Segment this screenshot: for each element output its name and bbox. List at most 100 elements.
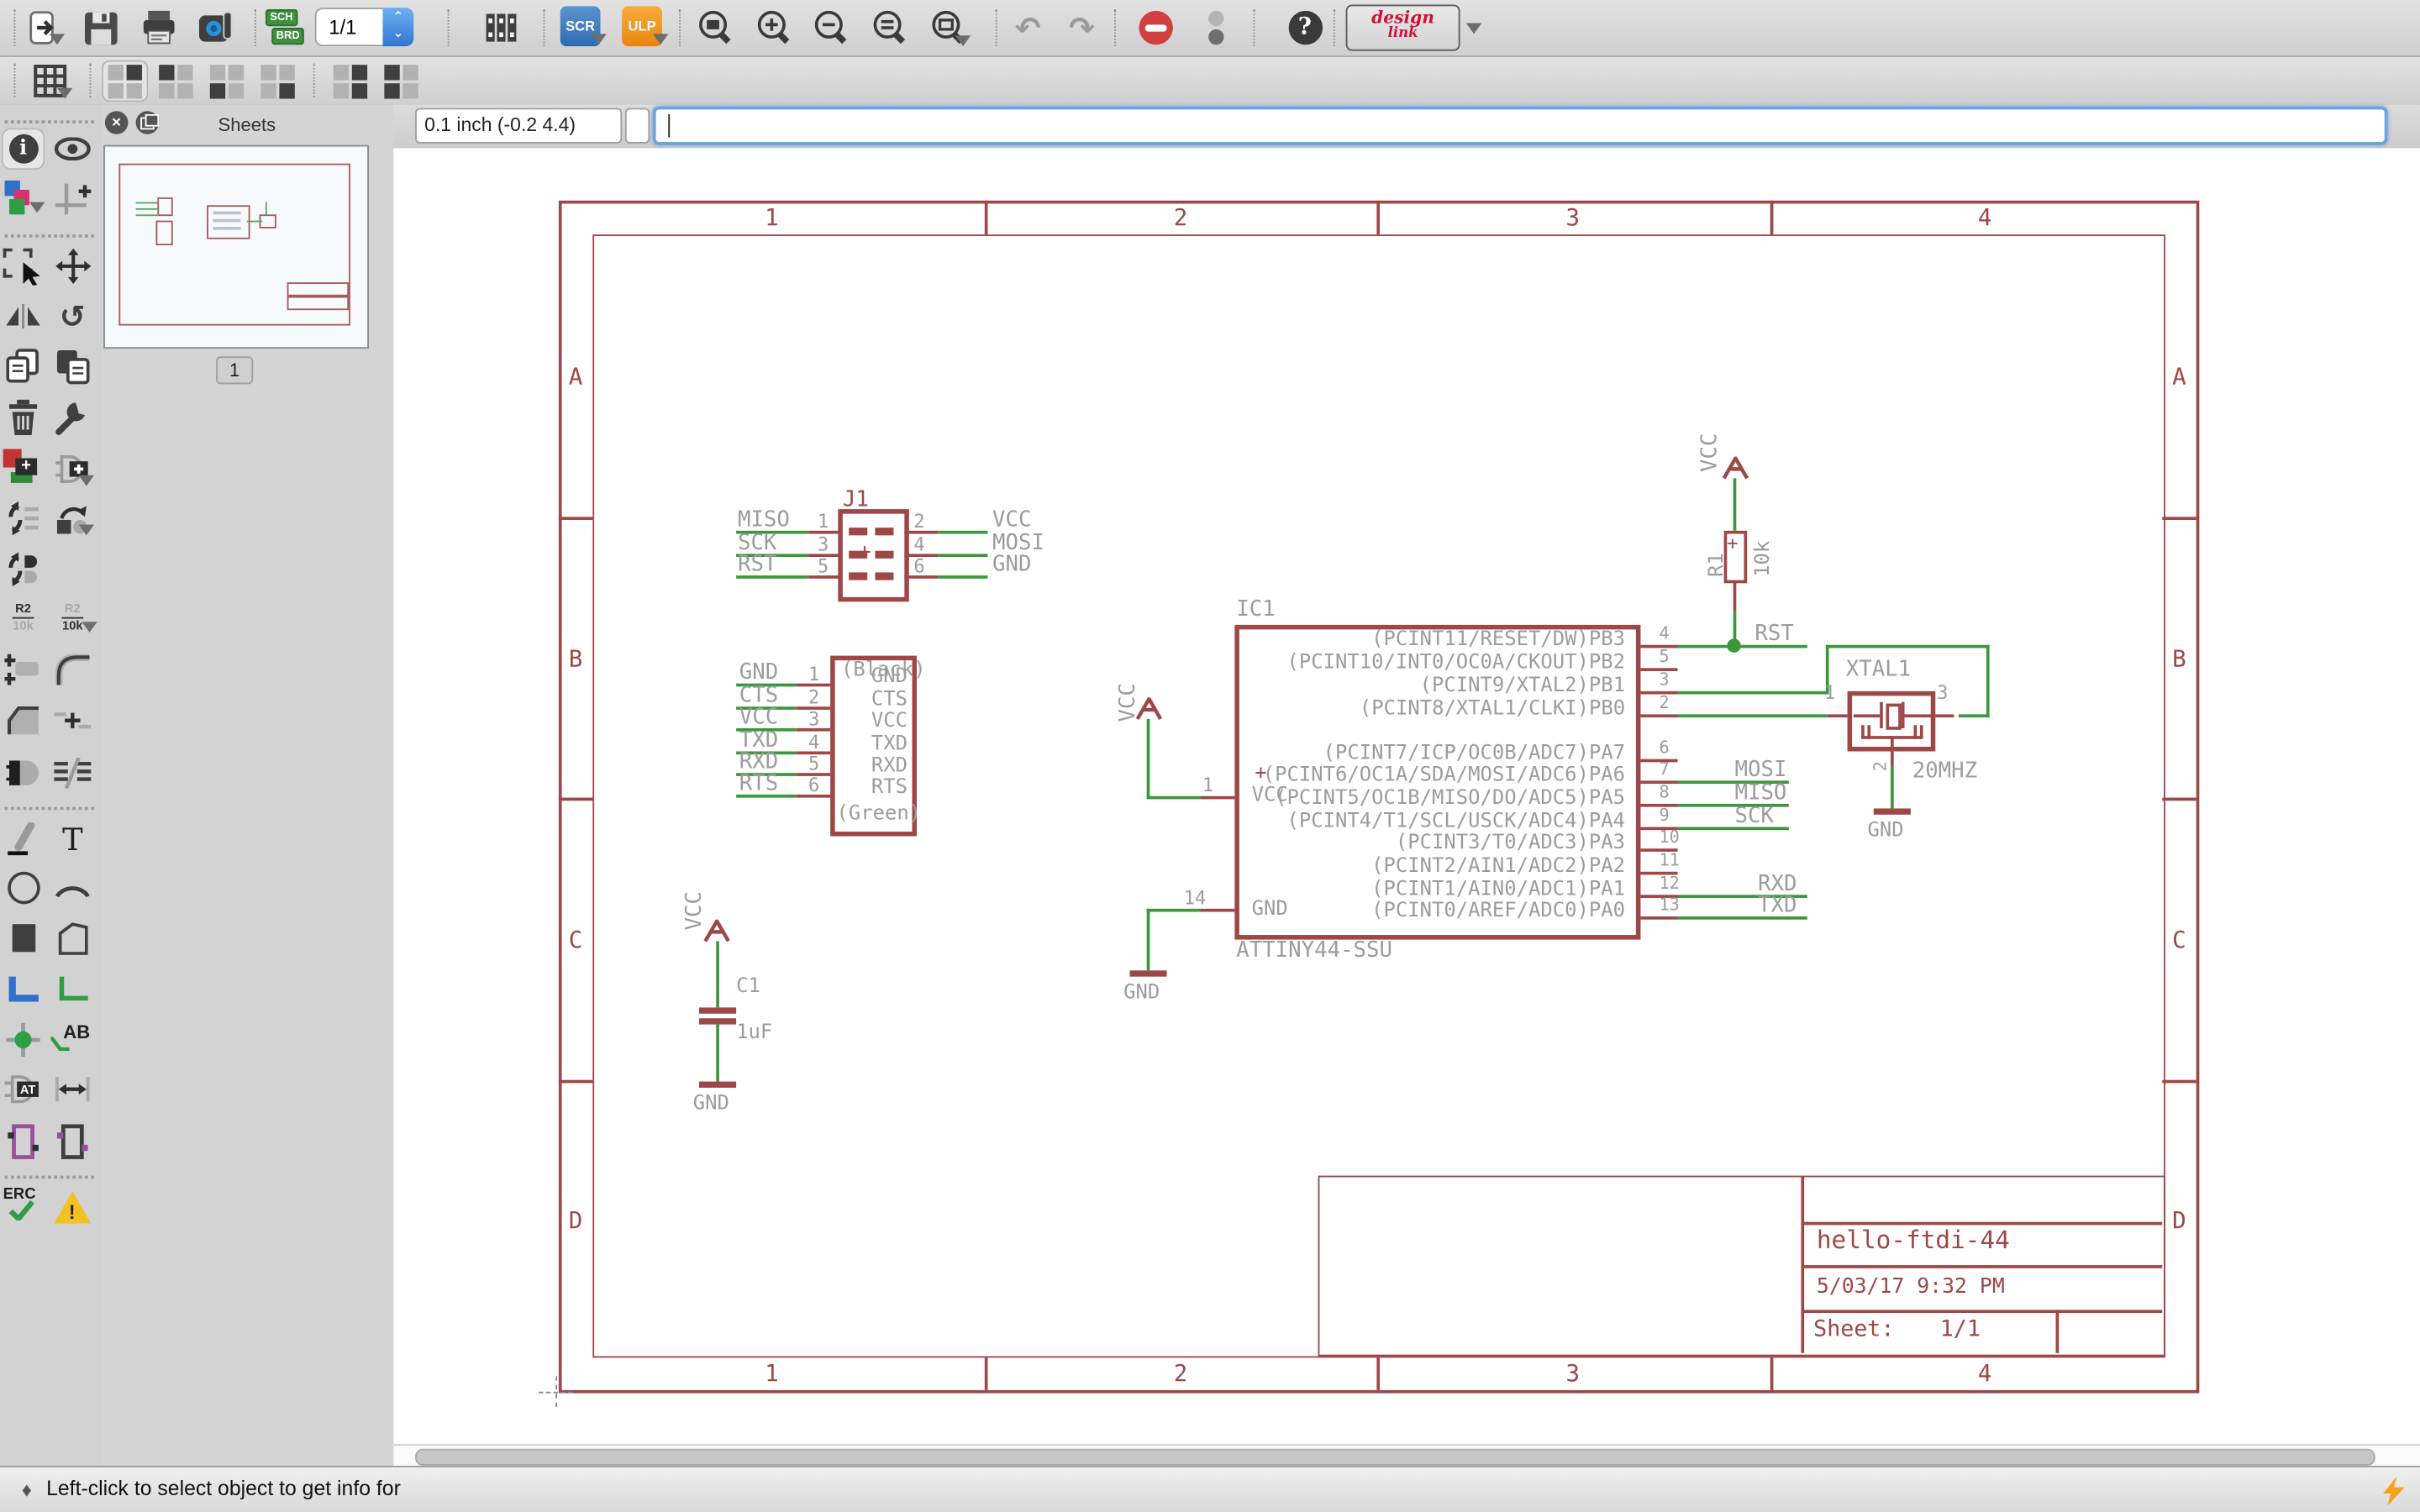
wire-segment — [1935, 714, 1954, 717]
pinswap-tool-button[interactable] — [2, 496, 45, 538]
erc-tool-button[interactable]: ERC — [2, 1186, 45, 1228]
wire-segment — [555, 1376, 557, 1407]
sheet-thumbnail[interactable] — [103, 145, 369, 349]
scr-dropdown-icon[interactable] — [591, 34, 606, 45]
show-tool-button[interactable] — [51, 128, 94, 170]
module-tool-button[interactable] — [2, 1120, 45, 1162]
optimize-tool-button[interactable] — [51, 751, 94, 793]
wire-bend-tool-button[interactable] — [2, 699, 45, 741]
design-link-dropdown-icon[interactable] — [1466, 24, 1481, 34]
invoke-tool-button[interactable] — [2, 751, 45, 793]
ulp-dropdown-icon[interactable] — [653, 34, 668, 45]
redo-button[interactable]: ↷ — [1062, 8, 1102, 48]
wire-segment — [939, 575, 988, 579]
sheet-page-spinner[interactable]: 1/1 ⌃⌄ — [315, 8, 417, 46]
arc-tool-button[interactable] — [51, 867, 94, 909]
help-glyph: ? — [1298, 13, 1312, 40]
zoom-select-button[interactable] — [869, 8, 909, 48]
info-icon: i — [8, 134, 38, 164]
sheet-value: 1/1 — [1940, 1318, 1981, 1342]
open-file-dropdown-icon[interactable] — [50, 34, 65, 45]
move-tool-button[interactable] — [51, 245, 94, 287]
text-tool-button[interactable]: T — [51, 817, 94, 859]
command-input[interactable] — [653, 107, 2387, 145]
miter-tool-button[interactable] — [51, 648, 94, 690]
net-tool-button[interactable] — [51, 968, 94, 1010]
bend-style-2-button[interactable] — [153, 60, 199, 102]
add-recent-dropdown-icon[interactable] — [79, 475, 94, 486]
replace-tool-button[interactable] — [51, 496, 94, 538]
smash-tool-button[interactable] — [2, 648, 45, 690]
zoom-out-button[interactable] — [810, 8, 850, 48]
grid-button[interactable] — [31, 61, 71, 102]
delete-tool-button[interactable] — [2, 396, 45, 438]
bend-style-4-button[interactable] — [255, 60, 301, 102]
undo-button[interactable]: ↶ — [1007, 8, 1048, 48]
junction-tool-button[interactable] — [2, 1018, 45, 1060]
eagle-schematic-window: SCH BRD 1/1 ⌃⌄ SCR ULP — [0, 0, 2420, 1512]
bend-style-3-button[interactable] — [203, 60, 250, 102]
wire-tool-button[interactable] — [2, 817, 45, 859]
stop-button[interactable] — [1136, 8, 1176, 48]
wire-segment — [716, 941, 719, 1007]
display-dropdown-icon[interactable] — [29, 202, 45, 213]
bend-style-6-button[interactable] — [378, 60, 424, 102]
toolbar-separator — [1253, 9, 1255, 46]
c1-gnd-label: GND — [693, 1092, 729, 1116]
scr-label: SCR — [566, 18, 595, 34]
open-file-button[interactable] — [24, 8, 65, 48]
paste-tool-button[interactable] — [51, 345, 94, 387]
bend-style-1-button[interactable] — [102, 60, 148, 102]
c1-capacitor[interactable] — [699, 1007, 736, 1013]
junction-icon — [6, 1022, 39, 1056]
group-tool-button[interactable] — [2, 245, 45, 287]
add-part-button[interactable]: + — [2, 448, 45, 490]
zoom-fit-button[interactable] — [695, 8, 735, 48]
copy-tool-button[interactable] — [2, 345, 45, 387]
paste-icon — [55, 349, 89, 384]
schematic-canvas[interactable]: 1 2 3 4 1 2 3 4 A B C D A B C D hello-ft — [393, 148, 2420, 1444]
grid-dropdown-icon[interactable] — [57, 88, 72, 99]
bend-style-5-button[interactable] — [327, 60, 373, 102]
polygon-tool-button[interactable] — [51, 916, 94, 958]
change-tool-button[interactable] — [51, 396, 94, 438]
rotate-tool-button[interactable]: ↺ — [51, 295, 94, 337]
attribute-tool-button[interactable]: AT — [2, 1068, 45, 1110]
zoom-in-button[interactable] — [753, 8, 793, 48]
zoom-redraw-button[interactable] — [928, 8, 968, 48]
errors-tool-button[interactable]: ! — [51, 1186, 94, 1228]
switch-sch-brd-button[interactable]: SCH BRD — [266, 8, 306, 48]
wire-segment — [875, 572, 893, 580]
label-tool-button[interactable]: AB — [51, 1018, 94, 1060]
horizontal-scrollbar[interactable] — [393, 1444, 2420, 1467]
print-button[interactable] — [139, 8, 179, 48]
sheet-page-stepper[interactable]: ⌃⌄ — [383, 8, 414, 46]
info-tool-button[interactable]: i — [2, 128, 45, 170]
design-link-button[interactable]: design link — [1346, 5, 1460, 51]
zoom-dropdown-icon[interactable] — [955, 35, 971, 46]
rst-net-label: RST — [1754, 622, 1793, 646]
dimension-tool-button[interactable] — [51, 1068, 94, 1110]
image-export-button[interactable] — [196, 8, 236, 48]
name-tool-button[interactable]: R210k — [2, 597, 45, 639]
value-tool-button[interactable]: R210k — [51, 597, 94, 639]
pin-number: 14 — [1184, 887, 1207, 909]
library-manager-button[interactable] — [481, 8, 522, 48]
port-tool-button[interactable] — [51, 1120, 94, 1162]
mirror-tool-button[interactable] — [2, 295, 45, 337]
scrollbar-thumb[interactable] — [415, 1449, 2375, 1466]
value-dropdown-icon[interactable] — [82, 622, 97, 633]
mark-tool-button[interactable] — [51, 177, 94, 219]
frame-col-label: 3 — [1557, 203, 1588, 231]
split-tool-button[interactable] — [51, 699, 94, 741]
rect-tool-button[interactable] — [2, 916, 45, 958]
save-button[interactable] — [81, 8, 121, 48]
help-button[interactable]: ? — [1286, 8, 1326, 48]
add-recent-part-button[interactable] — [51, 448, 94, 490]
sheet-number-tab[interactable]: 1 — [216, 356, 253, 384]
gateswap-tool-button[interactable] — [2, 548, 45, 590]
replace-dropdown-icon[interactable] — [79, 524, 94, 535]
circle-tool-button[interactable] — [2, 867, 45, 909]
display-layers-button[interactable] — [2, 177, 45, 219]
bus-tool-button[interactable] — [2, 968, 45, 1010]
